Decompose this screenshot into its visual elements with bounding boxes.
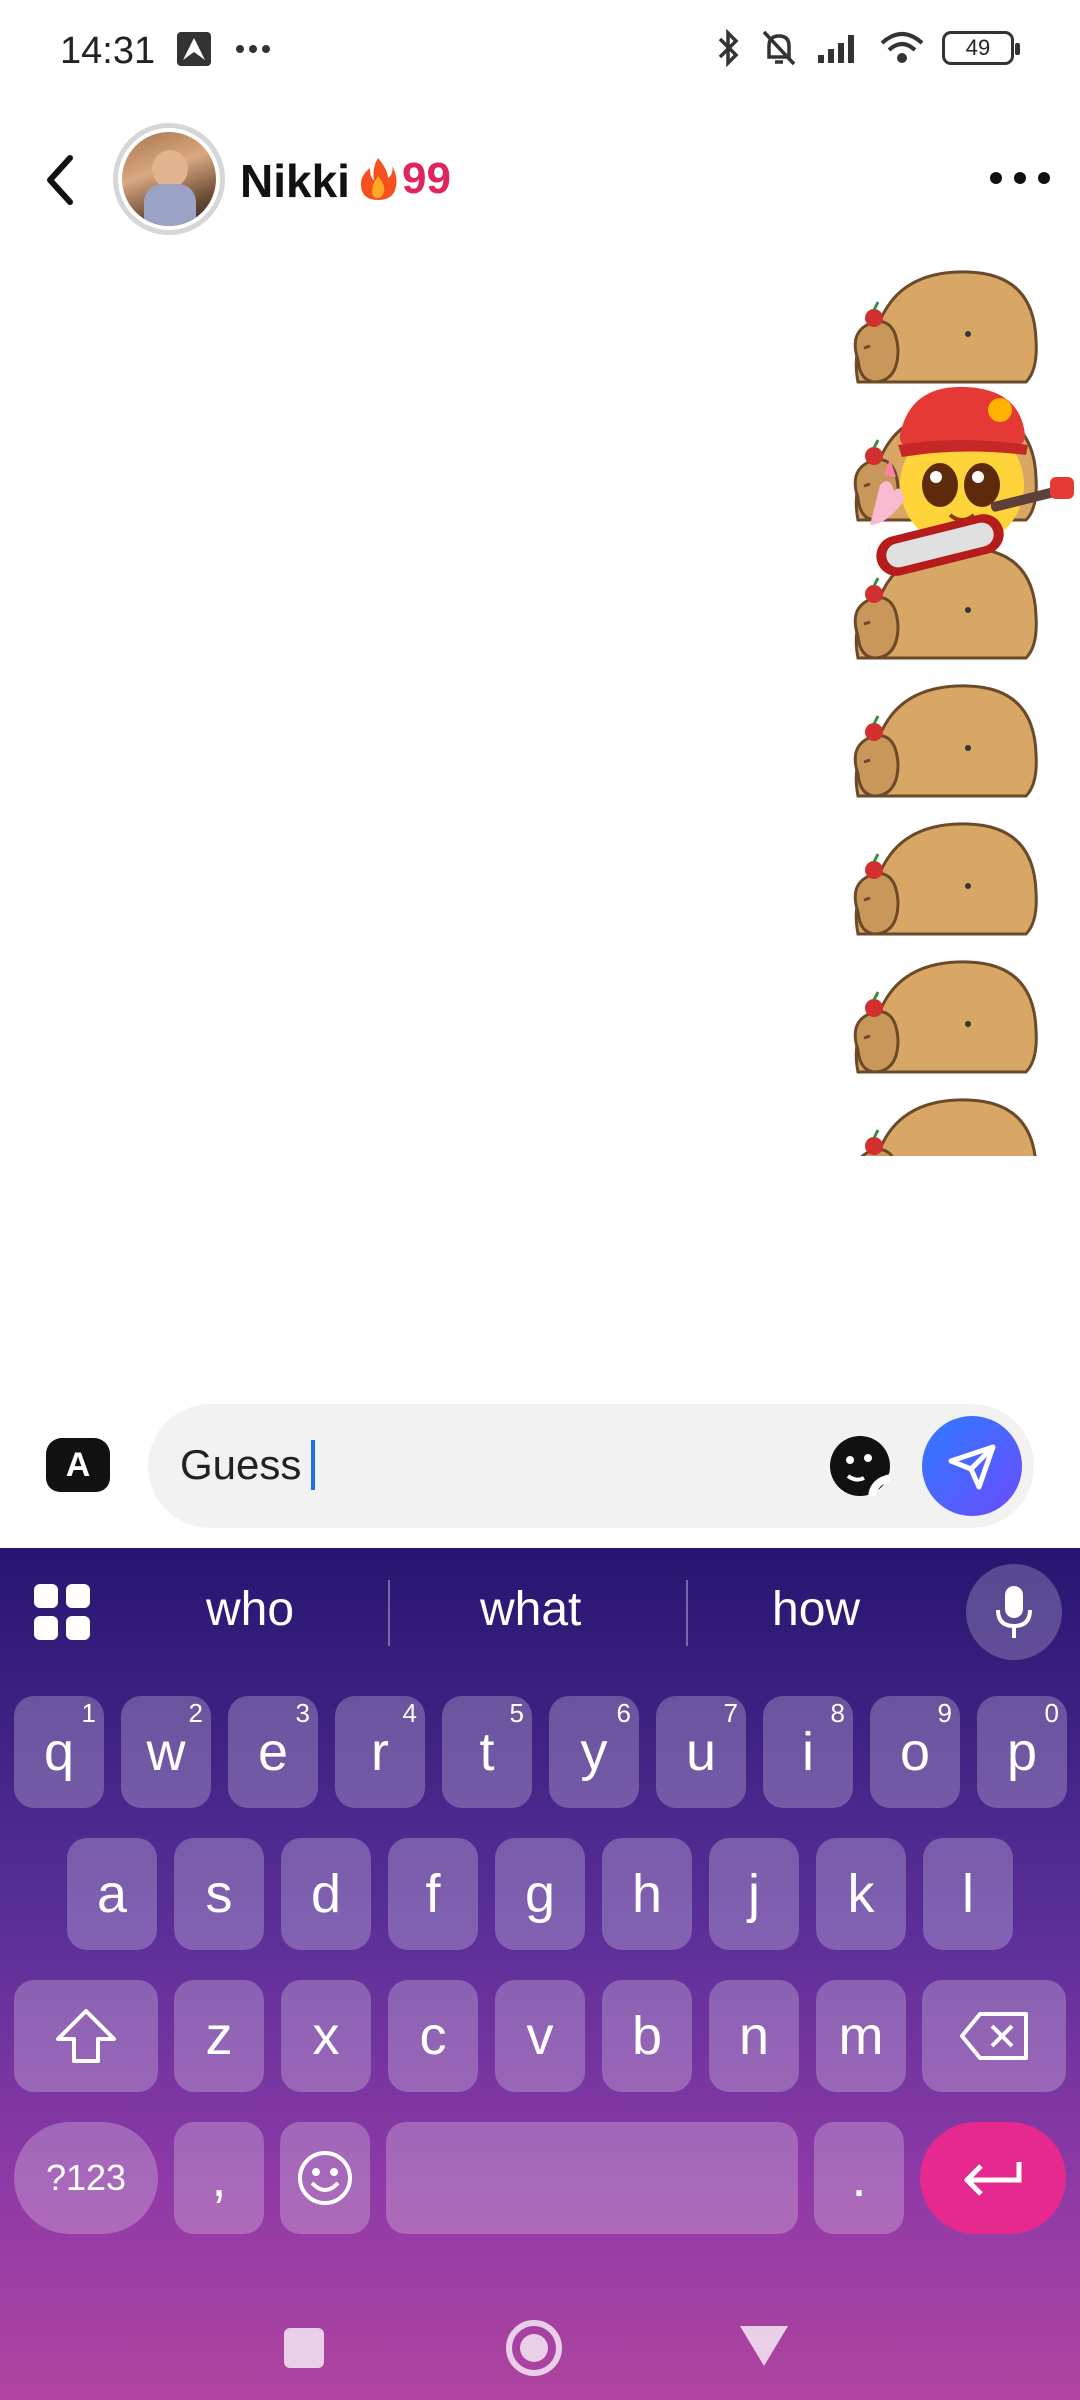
key-f[interactable]: f <box>388 1838 478 1950</box>
emoji-icon <box>298 2151 352 2205</box>
more-dots-icon <box>236 45 270 53</box>
streak-count: 99 <box>402 154 451 203</box>
capybara-sticker[interactable] <box>848 1088 1044 1156</box>
key-m[interactable]: m <box>816 1980 906 2092</box>
shift-icon <box>56 2009 116 2063</box>
rocker-emoji-guitar-sticker[interactable] <box>850 375 1080 605</box>
system-nav-bar <box>0 2270 1080 2400</box>
space-key[interactable] <box>386 2122 798 2234</box>
period-key[interactable]: . <box>814 2122 904 2234</box>
capybara-sticker[interactable] <box>848 674 1044 804</box>
key-w[interactable]: w2 <box>121 1696 211 1808</box>
capybara-sticker[interactable] <box>848 260 1044 390</box>
home-button[interactable] <box>506 2320 562 2376</box>
key-e[interactable]: e3 <box>228 1696 318 1808</box>
key-v[interactable]: v <box>495 1980 585 2092</box>
voice-input-button[interactable] <box>966 1564 1062 1660</box>
emoji-key[interactable] <box>280 2122 370 2234</box>
soft-keyboard: who what how q1w2e3r4t5y6u7i8o9p0 asdfghj… <box>0 1548 1080 2400</box>
key-y[interactable]: y6 <box>549 1696 639 1808</box>
back-button[interactable] <box>740 2326 788 2366</box>
key-c[interactable]: c <box>388 1980 478 2092</box>
key-q[interactable]: q1 <box>14 1696 104 1808</box>
key-z[interactable]: z <box>174 1980 264 2092</box>
key-a[interactable]: a <box>67 1838 157 1950</box>
key-g[interactable]: g <box>495 1838 585 1950</box>
message-input-text: Guess <box>180 1441 302 1488</box>
fire-icon <box>360 158 397 200</box>
suggestion-how[interactable]: how <box>772 1582 860 1637</box>
key-h[interactable]: h <box>602 1838 692 1950</box>
key-b[interactable]: b <box>602 1980 692 2092</box>
symbols-key[interactable]: ?123 <box>14 2122 158 2234</box>
key-d[interactable]: d <box>281 1838 371 1950</box>
contact-name[interactable]: Nikki <box>240 154 350 208</box>
apps-a-button[interactable]: A <box>46 1438 110 1492</box>
send-arrow-icon <box>948 1444 996 1490</box>
wifi-icon <box>880 32 924 63</box>
key-u[interactable]: u7 <box>656 1696 746 1808</box>
key-o[interactable]: o9 <box>870 1696 960 1808</box>
key-r[interactable]: r4 <box>335 1696 425 1808</box>
recents-button[interactable] <box>284 2328 324 2368</box>
suggestion-who[interactable]: who <box>206 1582 294 1637</box>
send-button[interactable] <box>922 1416 1022 1516</box>
status-time: 14:31 <box>60 30 156 72</box>
microphone-icon <box>996 1586 1032 1638</box>
suggestion-what[interactable]: what <box>480 1582 581 1637</box>
key-x[interactable]: x <box>281 1980 371 2092</box>
enter-arrow-icon <box>964 2162 1022 2196</box>
message-input[interactable]: Guess <box>148 1404 1034 1528</box>
key-n[interactable]: n <box>709 1980 799 2092</box>
bell-muted-icon <box>762 30 796 66</box>
contact-avatar[interactable] <box>113 123 225 235</box>
battery-indicator: 49 <box>942 31 1020 65</box>
status-bar: 14:31 49 <box>0 0 1080 100</box>
enter-key[interactable] <box>920 2122 1066 2234</box>
composer-bar: A Guess <box>0 1400 1080 1550</box>
back-arrow-icon[interactable] <box>36 148 86 212</box>
suggestion-strip: who what how <box>0 1548 1080 1668</box>
key-l[interactable]: l <box>923 1838 1013 1950</box>
capybara-sticker[interactable] <box>848 812 1044 942</box>
comma-key[interactable]: , <box>174 2122 264 2234</box>
backspace-key[interactable] <box>922 1980 1066 2092</box>
key-t[interactable]: t5 <box>442 1696 532 1808</box>
key-s[interactable]: s <box>174 1838 264 1950</box>
streak-badge: 99 <box>358 154 451 204</box>
avatar-image <box>122 132 216 226</box>
keyboard-menu-icon[interactable] <box>34 1584 90 1640</box>
key-j[interactable]: j <box>709 1838 799 1950</box>
nav-app-icon <box>177 32 211 66</box>
text-caret <box>311 1440 316 1490</box>
chat-header: Nikki 99 <box>0 110 1080 250</box>
bluetooth-icon <box>718 28 739 68</box>
shift-key[interactable] <box>14 1980 158 2092</box>
key-p[interactable]: p0 <box>977 1696 1067 1808</box>
more-options-icon[interactable] <box>990 158 1050 198</box>
message-list[interactable] <box>0 250 1080 1400</box>
sticker-icon[interactable] <box>828 1434 892 1498</box>
signal-icon <box>818 35 854 63</box>
capybara-sticker[interactable] <box>848 950 1044 1080</box>
key-k[interactable]: k <box>816 1838 906 1950</box>
battery-level: 49 <box>965 35 991 60</box>
key-i[interactable]: i8 <box>763 1696 853 1808</box>
backspace-icon <box>960 2012 1028 2060</box>
